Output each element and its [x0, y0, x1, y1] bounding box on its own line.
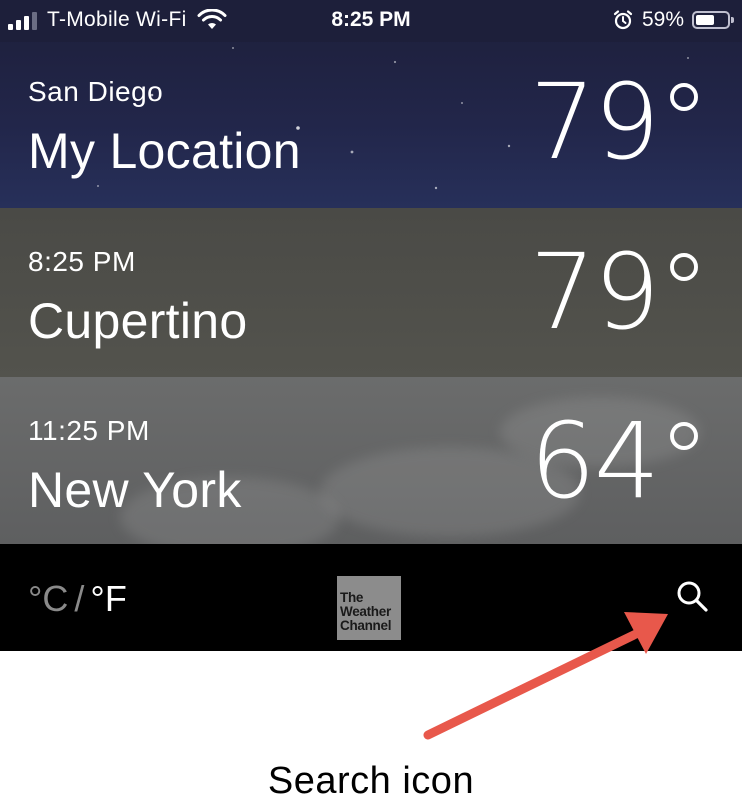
- annotation-caption: Search icon: [267, 760, 475, 802]
- city-temperature: 79°: [529, 61, 710, 183]
- unit-separator: /: [74, 578, 85, 619]
- city-local-time: 8:25 PM: [28, 246, 136, 277]
- unit-toggle-button[interactable]: °C / °F: [28, 578, 127, 620]
- city-name: Cupertino: [28, 293, 248, 349]
- city-subtitle: San Diego: [28, 76, 164, 107]
- fahrenheit-label: °F: [90, 578, 127, 619]
- logo-line: The: [340, 590, 364, 605]
- bottom-toolbar: °C / °F The Weather Channel: [0, 544, 742, 651]
- battery-icon: [692, 11, 734, 29]
- city-temperature: 64°: [529, 400, 710, 522]
- city-local-time: 11:25 PM: [28, 415, 150, 446]
- weather-channel-logo[interactable]: The Weather Channel: [337, 576, 401, 640]
- city-row-cupertino[interactable]: 8:25 PM Cupertino 79°: [0, 208, 742, 377]
- city-name: New York: [28, 462, 242, 518]
- search-icon[interactable]: [674, 578, 710, 614]
- status-bar: T-Mobile Wi-Fi 8:25 PM 59%: [0, 0, 742, 42]
- logo-line: Weather: [340, 604, 391, 619]
- weather-app-screen: T-Mobile Wi-Fi 8:25 PM 59% San Diego My …: [0, 0, 742, 651]
- battery-percent: 59%: [641, 8, 684, 31]
- city-name: My Location: [28, 123, 301, 179]
- city-row-new-york[interactable]: 11:25 PM New York 64°: [0, 377, 742, 544]
- celsius-label: °C: [28, 578, 69, 619]
- alarm-icon: [613, 10, 633, 30]
- battery-fill: [696, 15, 714, 25]
- logo-line: Channel: [340, 618, 392, 633]
- city-temperature: 79°: [529, 231, 710, 353]
- battery-nub: [731, 17, 734, 23]
- status-right: 59%: [612, 8, 734, 32]
